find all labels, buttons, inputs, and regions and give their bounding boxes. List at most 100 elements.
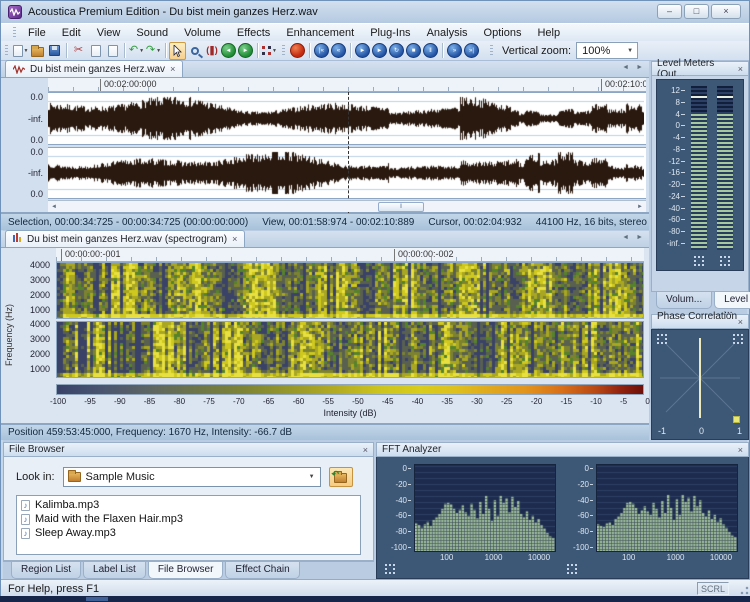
acoustica-app: Acoustica Premium Edition - Du bist mein… (0, 0, 750, 602)
menu-item[interactable]: Analysis (419, 26, 476, 40)
undo-dropdown-icon[interactable]: ▼ (139, 48, 144, 54)
scroll-right-icon[interactable]: ► (634, 201, 646, 212)
menu-item[interactable]: Enhancement (278, 26, 362, 40)
select-tool-button[interactable] (169, 42, 186, 60)
waveform-tab-close-icon[interactable]: × (170, 64, 175, 74)
previous-view-button[interactable]: ◄ (220, 42, 237, 60)
combo-dropdown-icon[interactable]: ▼ (309, 474, 315, 480)
up-folder-button[interactable]: ↶ (329, 467, 353, 487)
resize-grip[interactable] (737, 583, 749, 595)
look-in-combobox[interactable]: Sample Music ▼ (63, 467, 321, 487)
tab-effect-chain[interactable]: Effect Chain (225, 562, 299, 579)
tab-region-list[interactable]: Region List (11, 562, 81, 579)
menu-item[interactable]: View (89, 26, 129, 40)
spectrogram-time-ruler[interactable]: 00:00:00:-001 00:00:00:-002 (56, 248, 644, 262)
scrollbar-thumb[interactable]: ‖ (378, 202, 424, 212)
file-browser-close-icon[interactable]: × (363, 445, 368, 455)
next-view-button[interactable]: ► (237, 42, 254, 60)
tab-scroll-left-icon[interactable]: ◄ (622, 64, 629, 71)
intensity-tick-label: 0 (645, 397, 649, 406)
menu-item[interactable]: Plug-Ins (362, 26, 418, 40)
menu-item[interactable]: Edit (54, 26, 89, 40)
tab-volume[interactable]: Volum... (656, 292, 712, 309)
close-button[interactable]: × (711, 4, 741, 19)
grid-dropdown-icon[interactable]: ▼ (272, 48, 277, 54)
tab-scroll-left-icon[interactable]: ◄ (622, 234, 629, 241)
redo-button[interactable]: ↷▼ (145, 42, 162, 60)
waveform-time-ruler[interactable]: 00:02:00:000 00:02:10:000 (48, 78, 646, 92)
menu-item[interactable]: Effects (229, 26, 278, 40)
fft-y-tick: -60 (395, 511, 411, 520)
meter-drag-handle[interactable] (720, 256, 722, 258)
open-file-button[interactable] (29, 42, 46, 60)
spectrogram-channel2-canvas[interactable] (57, 322, 643, 377)
play-button[interactable]: ► (354, 42, 371, 60)
transport-grip[interactable] (282, 45, 285, 57)
record-button[interactable] (289, 42, 306, 60)
vertical-zoom-select[interactable]: 100% ▼ (576, 42, 638, 59)
zoom-tool-button[interactable] (186, 42, 203, 60)
save-button[interactable] (46, 42, 63, 60)
phase-correlation-panel: Phase Correlation ... × -1 0 1 (651, 314, 749, 440)
tab-file-browser[interactable]: File Browser (148, 562, 224, 579)
file-item[interactable]: ♪ Kalimba.mp3 (21, 498, 356, 512)
new-file-button[interactable]: ▼ (12, 42, 29, 60)
toolbar-grip[interactable] (5, 45, 8, 57)
grid-snap-button[interactable]: ▼ (261, 42, 278, 60)
menu-item[interactable]: Volume (176, 26, 229, 40)
pause-button[interactable]: ‖ (422, 42, 439, 60)
fft-right-drag-handle[interactable] (567, 564, 569, 566)
fft-y-tick: 0 (403, 464, 411, 473)
tab-scroll-right-icon[interactable]: ► (636, 64, 643, 71)
meter-scale-label: -16 (668, 168, 685, 177)
fft-y-tick: -100 (391, 543, 411, 552)
waveform-tab-bar: Du bist mein ganzes Herz.wav × ◄ ► (1, 61, 649, 78)
paste-button[interactable] (104, 42, 121, 60)
scroll-left-icon[interactable]: ◄ (48, 201, 60, 212)
redo-dropdown-icon[interactable]: ▼ (156, 48, 161, 54)
menubar-grip[interactable] (13, 27, 16, 39)
waveform-area[interactable]: 00:02:00:000 00:02:10:000 ◄ ‖ ► (48, 78, 646, 212)
waveform-document-tab[interactable]: Du bist mein ganzes Herz.wav × (5, 60, 183, 77)
tab-level[interactable]: Level ... (714, 292, 750, 309)
waveform-channel1-canvas[interactable] (48, 93, 644, 144)
stop-button[interactable]: ■ (405, 42, 422, 60)
file-list[interactable]: ♪ Kalimba.mp3 ♪ Maid with the Flaxen Hai… (16, 495, 361, 555)
go-to-end-button[interactable]: »| (463, 42, 480, 60)
fast-forward-button[interactable]: » (446, 42, 463, 60)
waveform-channel2-canvas[interactable] (48, 148, 644, 198)
new-file-dropdown-icon[interactable]: ▼ (24, 48, 29, 54)
title-bar[interactable]: Acoustica Premium Edition - Du bist mein… (1, 1, 749, 23)
tab-scroll-right-icon[interactable]: ► (636, 234, 643, 241)
spectrogram-area[interactable]: 00:00:00:-001 00:00:00:-002 -100-95-90-8… (56, 248, 644, 423)
waveform-hscrollbar[interactable]: ◄ ‖ ► (48, 200, 646, 212)
go-to-start-button[interactable]: |« (313, 42, 330, 60)
menu-item[interactable]: Sound (128, 26, 176, 40)
spectrogram-channel1-canvas[interactable] (57, 263, 643, 318)
meter-drag-handle[interactable] (694, 256, 696, 258)
file-item[interactable]: ♪ Maid with the Flaxen Hair.mp3 (21, 512, 356, 526)
copy-button[interactable] (87, 42, 104, 60)
grid-icon (262, 46, 271, 55)
peak-indicator (717, 96, 733, 98)
spectrogram-document-tab[interactable]: Du bist mein ganzes Herz.wav (spectrogra… (5, 230, 245, 247)
scrub-tool-button[interactable]: (❚) (203, 42, 220, 60)
play-selection-button[interactable]: ► (371, 42, 388, 60)
loop-button[interactable]: ↻ (388, 42, 405, 60)
tab-label-list[interactable]: Label List (83, 562, 146, 579)
cut-button[interactable]: ✂ (70, 42, 87, 60)
maximize-button[interactable]: □ (684, 4, 709, 19)
fft-left-drag-handle[interactable] (385, 564, 387, 566)
minimize-button[interactable]: – (657, 4, 682, 19)
level-meters-close-icon[interactable]: × (738, 64, 743, 74)
waveform-tab-icon (13, 65, 25, 74)
menu-item[interactable]: File (20, 26, 54, 40)
undo-button[interactable]: ↶▼ (128, 42, 145, 60)
phase-close-icon[interactable]: × (738, 317, 743, 327)
spectrogram-tab-close-icon[interactable]: × (232, 234, 237, 244)
menu-item[interactable]: Options (476, 26, 530, 40)
zoom-toolbar-grip[interactable] (490, 45, 493, 57)
rewind-button[interactable]: « (330, 42, 347, 60)
file-item[interactable]: ♪ Sleep Away.mp3 (21, 526, 356, 540)
menu-item[interactable]: Help (529, 26, 568, 40)
